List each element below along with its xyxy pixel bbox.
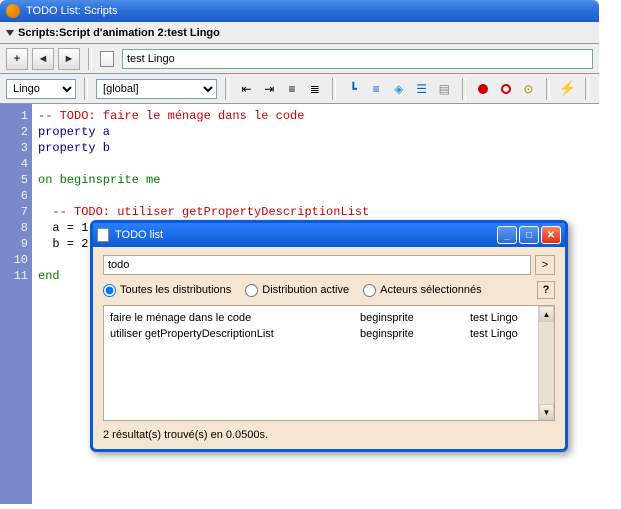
breadcrumb-bar: Scripts:Script d'animation 2:test Lingo (0, 22, 599, 44)
radio-active-distribution[interactable]: Distribution active (245, 284, 349, 297)
result-handler: beginsprite (360, 326, 470, 342)
separator (585, 78, 589, 100)
line-number: 2 (0, 124, 28, 140)
uncomment-icon[interactable]: ≣ (305, 79, 324, 99)
dialog-title-text: TODO list (115, 229, 163, 241)
add-button[interactable]: + (6, 48, 28, 70)
run-icon[interactable]: ⚡ (558, 79, 577, 99)
language-dropdown[interactable]: Lingo (6, 79, 76, 99)
script-name-input[interactable] (122, 49, 593, 69)
code-line[interactable]: -- TODO: faire le ménage dans le code (38, 108, 593, 124)
indent-right-icon[interactable]: ⇥ (260, 79, 279, 99)
separator (332, 78, 336, 100)
radio-all-distributions[interactable]: Toutes les distributions (103, 284, 231, 297)
format-icon[interactable]: ≡ (367, 79, 386, 99)
result-desc: faire le ménage dans le code (110, 310, 360, 326)
code-line[interactable]: -- TODO: utiliser getPropertyDescription… (38, 204, 593, 220)
scope-dropdown[interactable]: [global] (96, 79, 217, 99)
breakpoint-icon[interactable] (474, 79, 493, 99)
expand-icon[interactable] (6, 30, 14, 36)
line-number: 7 (0, 204, 28, 220)
line-number: 8 (0, 220, 28, 236)
result-handler: beginsprite (360, 310, 470, 326)
scrollbar[interactable]: ▲ ▼ (538, 306, 554, 420)
close-button[interactable]: ✕ (541, 226, 561, 244)
code-line[interactable]: property a (38, 124, 593, 140)
radio-selected-input[interactable] (363, 284, 376, 297)
help-button[interactable]: ? (537, 281, 555, 299)
separator (225, 78, 229, 100)
window-title: TODO List: Scripts (26, 5, 117, 17)
separator (88, 48, 92, 70)
search-go-button[interactable]: > (535, 255, 555, 275)
comment-icon[interactable]: ≡ (283, 79, 302, 99)
line-number: 9 (0, 236, 28, 252)
radio-all-input[interactable] (103, 284, 116, 297)
document-icon (100, 51, 114, 67)
list-icon[interactable]: ☰ (412, 79, 431, 99)
code-line[interactable] (38, 156, 593, 172)
result-row[interactable]: faire le ménage dans le codebeginspritet… (110, 310, 532, 326)
status-text: 2 résultat(s) trouvé(s) en 0.0500s. (103, 427, 555, 441)
line-number: 5 (0, 172, 28, 188)
scroll-up-icon[interactable]: ▲ (539, 306, 554, 322)
line-gutter: 1234567891011 (0, 104, 32, 504)
cube-icon[interactable]: ◈ (389, 79, 408, 99)
code-line[interactable] (38, 188, 593, 204)
maximize-button[interactable]: □ (519, 226, 539, 244)
separator (84, 78, 88, 100)
dialog-icon (97, 228, 109, 242)
code-line[interactable]: property b (38, 140, 593, 156)
scroll-down-icon[interactable]: ▼ (539, 404, 554, 420)
watch-icon[interactable]: ⊙ (519, 79, 538, 99)
line-number: 3 (0, 140, 28, 156)
line-number: 6 (0, 188, 28, 204)
breadcrumb-text: Scripts:Script d'animation 2:test Lingo (18, 27, 220, 39)
line-number: 11 (0, 268, 28, 284)
toolbar-navigation: + ◄ ► (0, 44, 599, 74)
separator (546, 78, 550, 100)
align-left-icon[interactable]: ┗ (344, 79, 363, 99)
search-input[interactable] (103, 255, 531, 275)
toolbar-editor: Lingo [global] ⇤ ⇥ ≡ ≣ ┗ ≡ ◈ ☰ ▤ ⊙ ⚡ (0, 74, 599, 104)
scroll-track[interactable] (539, 322, 554, 404)
forward-button[interactable]: ► (58, 48, 80, 70)
separator (462, 78, 466, 100)
todo-dialog: TODO list _ □ ✕ > Toutes les distributio… (90, 220, 568, 452)
breakpoint-clear-icon[interactable] (496, 79, 515, 99)
line-number: 10 (0, 252, 28, 268)
results-list: faire le ménage dans le codebeginspritet… (103, 305, 555, 421)
app-icon (6, 4, 20, 18)
radio-selected-actors[interactable]: Acteurs sélectionnés (363, 284, 482, 297)
line-number: 4 (0, 156, 28, 172)
result-script: test Lingo (470, 310, 532, 326)
props-icon[interactable]: ▤ (435, 79, 454, 99)
minimize-button[interactable]: _ (497, 226, 517, 244)
back-button[interactable]: ◄ (32, 48, 54, 70)
indent-left-icon[interactable]: ⇤ (237, 79, 256, 99)
radio-active-input[interactable] (245, 284, 258, 297)
result-script: test Lingo (470, 326, 532, 342)
result-row[interactable]: utiliser getPropertyDescriptionListbegin… (110, 326, 532, 342)
dialog-title-bar[interactable]: TODO list _ □ ✕ (93, 223, 565, 247)
line-number: 1 (0, 108, 28, 124)
result-desc: utiliser getPropertyDescriptionList (110, 326, 360, 342)
main-title-bar: TODO List: Scripts (0, 0, 599, 22)
code-line[interactable]: on beginsprite me (38, 172, 593, 188)
